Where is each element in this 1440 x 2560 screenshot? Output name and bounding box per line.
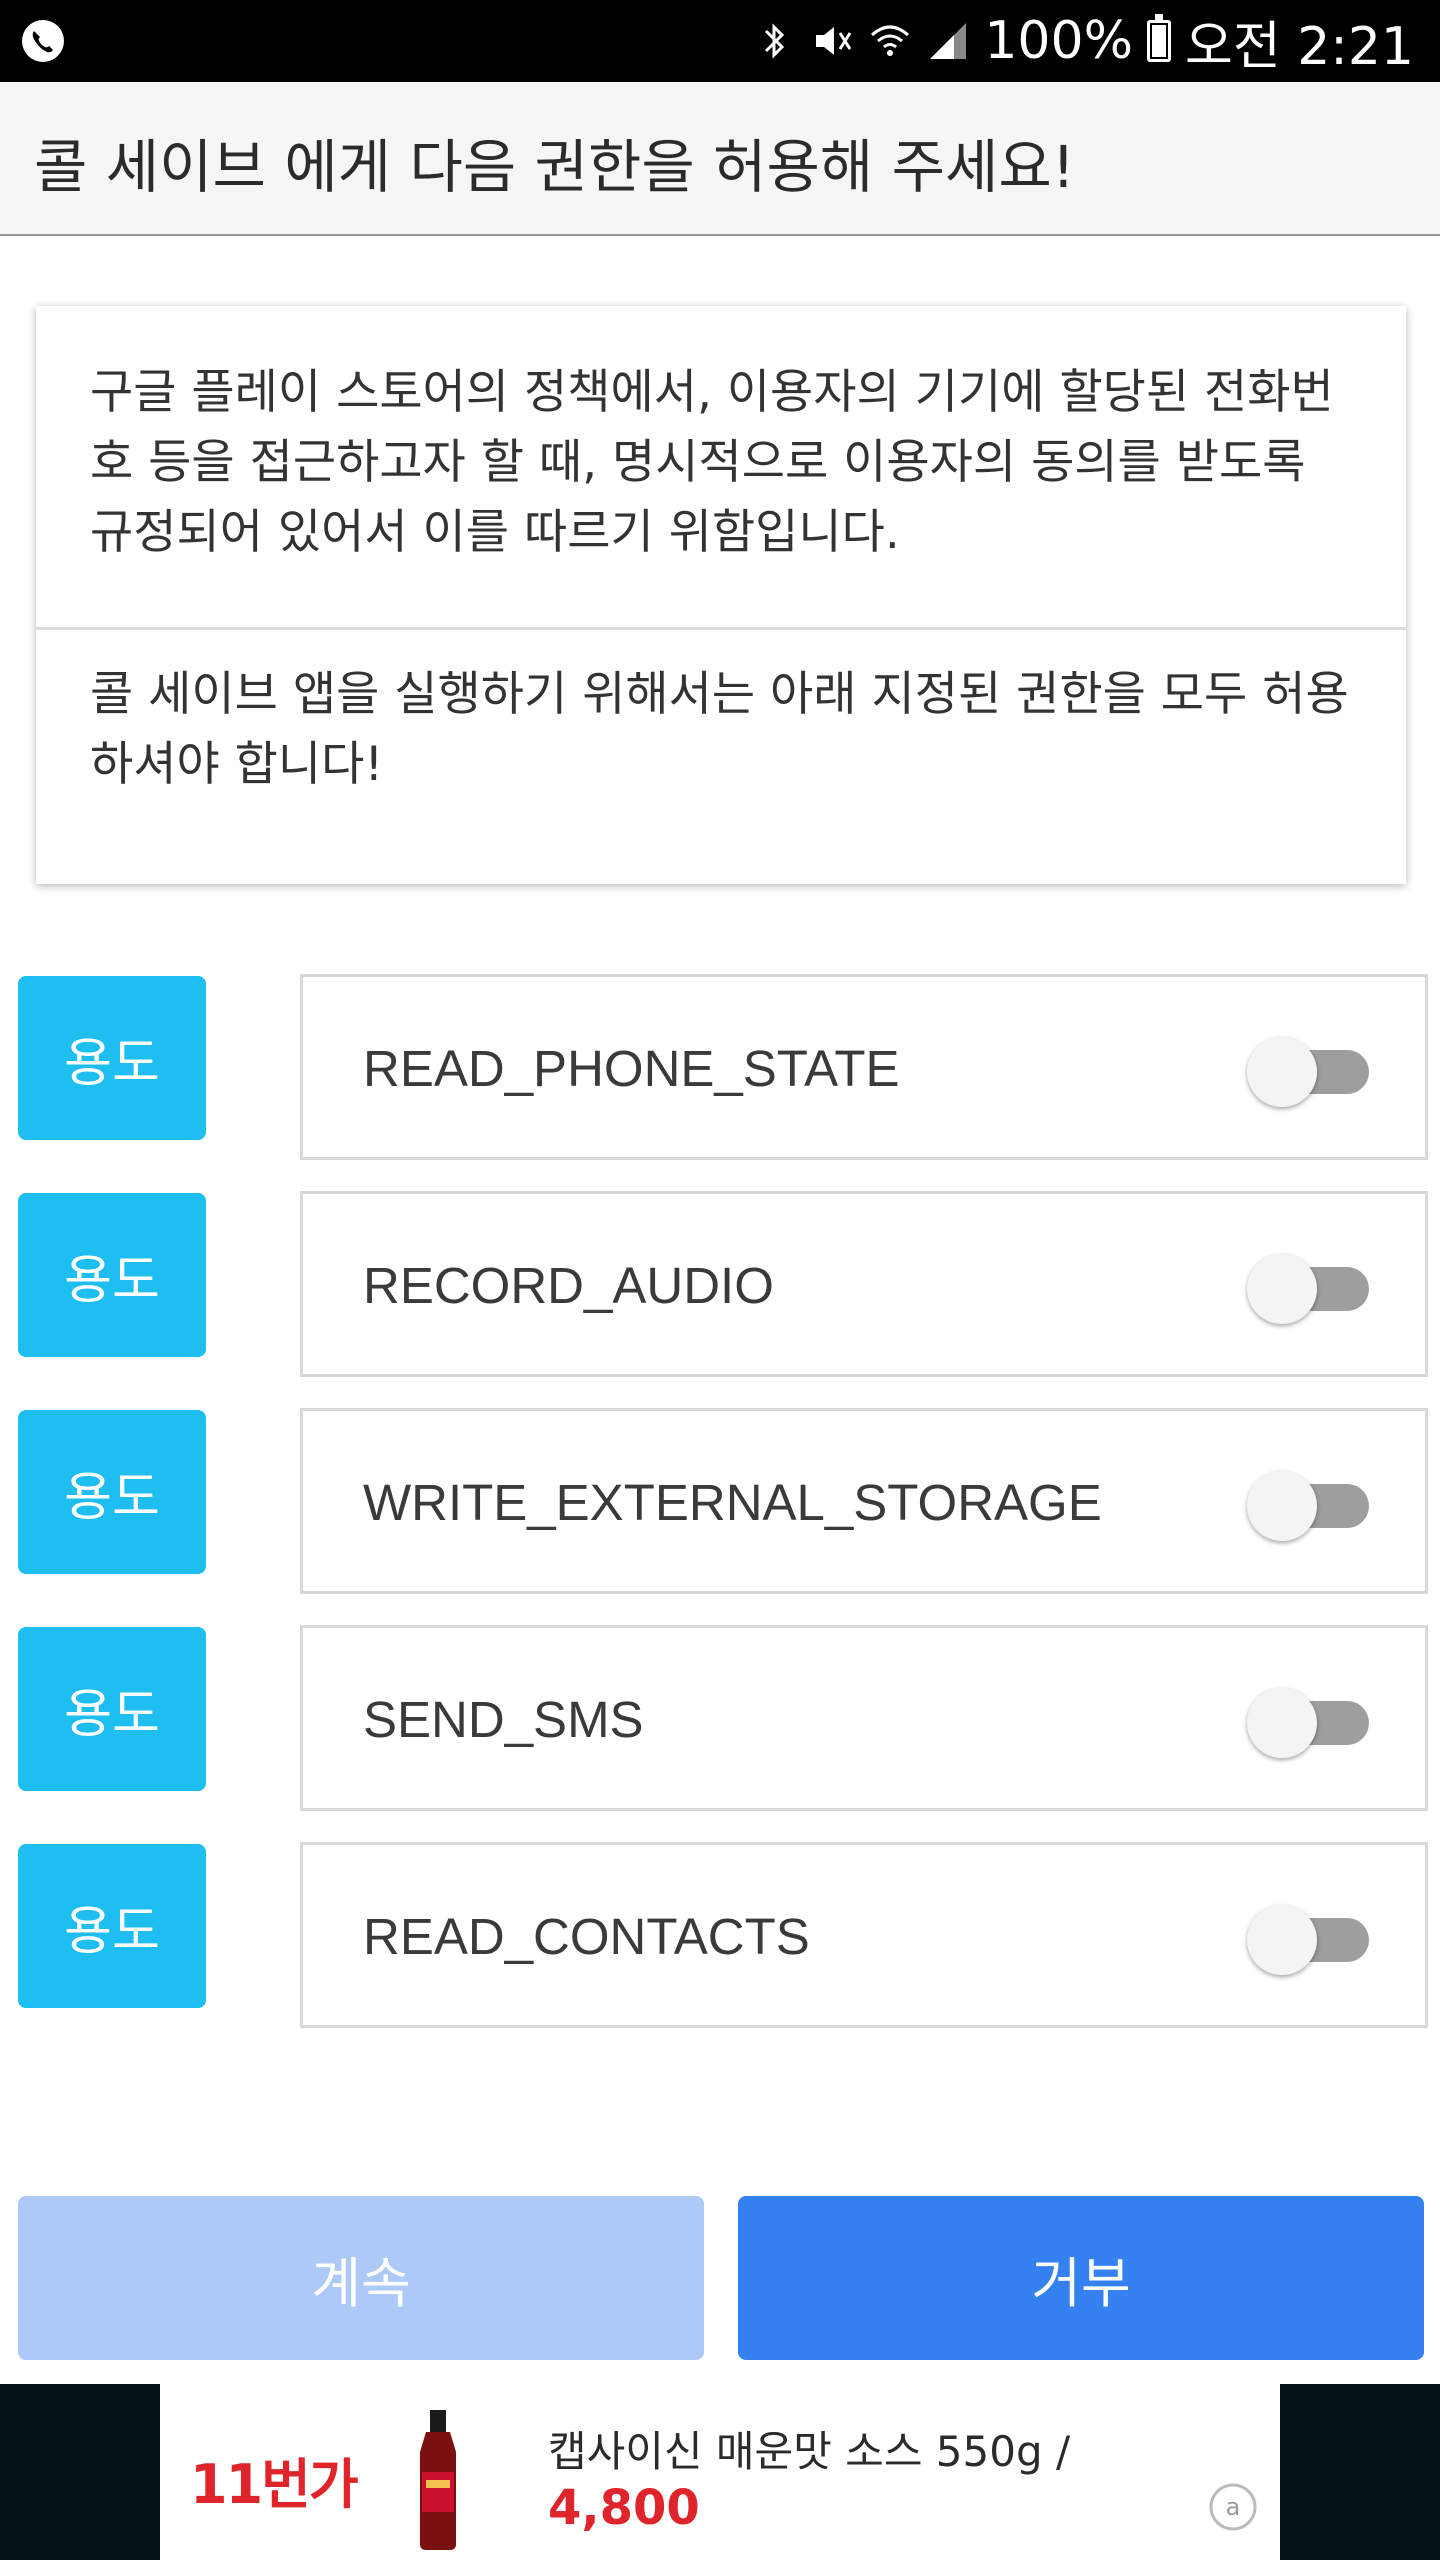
permission-row: 용도 READ_PHONE_STATE xyxy=(0,974,1440,1164)
purpose-button[interactable]: 용도 xyxy=(18,1410,206,1574)
sauce-bottle-image xyxy=(420,2410,456,2550)
purpose-button[interactable]: 용도 xyxy=(18,1627,206,1791)
purpose-button[interactable]: 용도 xyxy=(18,976,206,1140)
policy-section: 구글 플레이 스토어의 정책에서, 이용자의 기기에 할당된 전화번호 등을 접… xyxy=(36,306,1406,630)
continue-button[interactable]: 계속 xyxy=(18,2196,704,2360)
permission-item: READ_CONTACTS xyxy=(300,1842,1428,2028)
battery-percent: 100% xyxy=(984,11,1134,71)
bluetooth-icon xyxy=(765,23,785,59)
permission-item: RECORD_AUDIO xyxy=(300,1191,1428,1377)
status-icons: 100% 오전 2:21 xyxy=(752,0,1414,82)
permission-row: 용도 WRITE_EXTERNAL_STORAGE xyxy=(0,1408,1440,1598)
status-time: 오전 2:21 xyxy=(1185,16,1414,77)
svg-text:a: a xyxy=(1226,2493,1241,2521)
requirement-section: 콜 세이브 앱을 실행하기 위해서는 아래 지정된 권한을 모두 허용하셔야 합… xyxy=(36,630,1406,884)
permission-row: 용도 RECORD_AUDIO xyxy=(0,1191,1440,1381)
deny-button[interactable]: 거부 xyxy=(738,2196,1424,2360)
toggle-thumb xyxy=(1247,1471,1317,1541)
wifi-icon xyxy=(871,25,910,56)
ad-content[interactable]: 11번가 캡사이신 매운맛 소스 550g / 4,800 a xyxy=(160,2384,1280,2560)
toggle-thumb xyxy=(1247,1905,1317,1975)
page-title: 콜 세이브 에게 다음 권한을 허용해 주세요! xyxy=(34,133,1075,201)
permission-item: WRITE_EXTERNAL_STORAGE xyxy=(300,1408,1428,1594)
ad-price: 4,800 xyxy=(548,2480,700,2536)
permission-name: RECORD_AUDIO xyxy=(363,1257,774,1314)
permission-name: SEND_SMS xyxy=(363,1691,644,1748)
phone-call-icon xyxy=(22,20,64,62)
ad-banner[interactable]: 11번가 캡사이신 매운맛 소스 550g / 4,800 a xyxy=(0,2384,1440,2560)
permission-toggle[interactable] xyxy=(1247,1254,1377,1324)
signal-icon xyxy=(930,23,967,59)
info-card: 구글 플레이 스토어의 정책에서, 이용자의 기기에 할당된 전화번호 등을 접… xyxy=(36,306,1406,884)
ad-logo: 11번가 xyxy=(190,2453,359,2516)
title-bar: 콜 세이브 에게 다음 권한을 허용해 주세요! xyxy=(0,82,1440,236)
ad-product-text: 캡사이신 매운맛 소스 550g / xyxy=(548,2427,1071,2476)
permission-row: 용도 READ_CONTACTS xyxy=(0,1842,1440,2032)
permission-name: READ_CONTACTS xyxy=(363,1908,810,1965)
purpose-button[interactable]: 용도 xyxy=(18,1844,206,2008)
permission-toggle[interactable] xyxy=(1247,1471,1377,1541)
requirement-text: 콜 세이브 앱을 실행하기 위해서는 아래 지정된 권한을 모두 허용하셔야 합… xyxy=(90,667,1349,792)
permission-item: READ_PHONE_STATE xyxy=(300,974,1428,1160)
permission-toggle[interactable] xyxy=(1247,1905,1377,1975)
toggle-thumb xyxy=(1247,1037,1317,1107)
toggle-thumb xyxy=(1247,1688,1317,1758)
ad-choices-icon[interactable]: a xyxy=(1208,2482,1258,2532)
permission-name: WRITE_EXTERNAL_STORAGE xyxy=(363,1474,1102,1531)
permission-toggle[interactable] xyxy=(1247,1688,1377,1758)
permission-row: 용도 SEND_SMS xyxy=(0,1625,1440,1815)
battery-icon xyxy=(1147,14,1172,62)
permission-item: SEND_SMS xyxy=(300,1625,1428,1811)
toggle-thumb xyxy=(1247,1254,1317,1324)
mute-vibrate-icon xyxy=(816,27,852,55)
permission-name: READ_PHONE_STATE xyxy=(363,1040,900,1097)
status-bar: 100% 오전 2:21 xyxy=(0,0,1440,82)
purpose-button[interactable]: 용도 xyxy=(18,1193,206,1357)
policy-text: 구글 플레이 스토어의 정책에서, 이용자의 기기에 할당된 전화번호 등을 접… xyxy=(90,365,1334,560)
permission-toggle[interactable] xyxy=(1247,1037,1377,1107)
